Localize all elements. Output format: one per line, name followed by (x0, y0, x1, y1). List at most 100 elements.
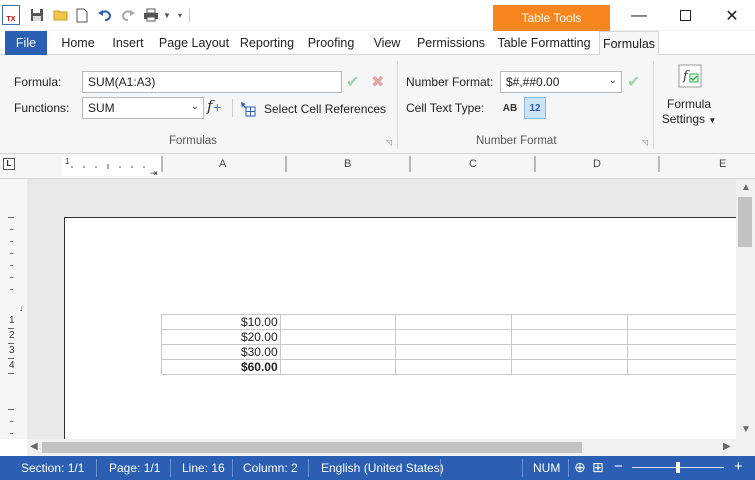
ruler-ticks (71, 164, 145, 169)
tab-permissions[interactable]: Permissions (412, 31, 490, 55)
tab-view[interactable]: View (367, 31, 407, 55)
tab-table-formatting[interactable]: Table Formatting (494, 31, 594, 55)
indent-marker-icon[interactable]: ⇥ (150, 168, 158, 179)
tab-file[interactable]: File (5, 31, 47, 55)
table-cell[interactable]: $10.00 (161, 314, 281, 330)
scroll-up-icon[interactable]: ▲ (741, 182, 751, 193)
table-cell[interactable] (511, 359, 629, 375)
spreadsheet-table[interactable]: $10.00 $20.00 $30.00 $60.00 (161, 314, 736, 375)
cancel-formula-icon[interactable]: ✖ (371, 72, 389, 92)
select-cell-references-button[interactable]: Select Cell References (238, 99, 387, 119)
table-cell[interactable] (395, 314, 513, 330)
row-number-3: 3 (9, 345, 15, 356)
functions-select[interactable]: SUM ⌄ (82, 97, 204, 119)
column-divider[interactable] (285, 156, 287, 172)
table-cell[interactable] (279, 359, 397, 375)
column-divider[interactable] (161, 156, 163, 172)
table-cell[interactable] (279, 314, 397, 330)
open-folder-icon[interactable] (52, 6, 70, 24)
vertical-scroll-thumb[interactable] (738, 197, 752, 247)
insert-function-icon[interactable]: f+ (207, 97, 227, 119)
column-divider[interactable] (534, 156, 536, 172)
vertical-ruler[interactable]: ↓ 1 2 3 4 (0, 179, 27, 439)
text-type-number-button[interactable]: 12 (524, 97, 546, 119)
column-divider[interactable] (409, 156, 411, 172)
tab-page-layout[interactable]: Page Layout (155, 31, 233, 55)
ruler-tick (8, 358, 14, 359)
table-cell[interactable] (279, 344, 397, 360)
maximize-button[interactable] (662, 0, 708, 31)
zoom-slider-thumb[interactable] (676, 462, 680, 473)
table-cell[interactable]: $30.00 (161, 344, 281, 360)
chevron-down-icon: ⌄ (190, 101, 199, 112)
text-type-text-button[interactable]: AB (499, 97, 521, 119)
tab-insert[interactable]: Insert (107, 31, 149, 55)
save-icon[interactable] (28, 6, 46, 24)
apply-formula-check-icon[interactable]: ✔ (346, 72, 364, 92)
status-language[interactable]: English (United States) (321, 461, 444, 475)
ruler-tick (10, 277, 13, 278)
functions-label: Functions: (14, 101, 70, 115)
print-icon[interactable] (142, 6, 160, 24)
tab-formulas[interactable]: Formulas (599, 31, 659, 56)
vertical-scrollbar[interactable]: ▲ ▼ (736, 179, 755, 439)
scroll-down-icon[interactable]: ▼ (741, 424, 751, 435)
document-page[interactable]: $10.00 $20.00 $30.00 $60.00 (64, 217, 736, 439)
horizontal-scroll-thumb[interactable] (42, 442, 582, 453)
horizontal-scrollbar[interactable]: ◀ ▶ (27, 439, 736, 456)
tab-stop-selector[interactable]: L (3, 158, 15, 170)
redo-icon[interactable] (119, 6, 137, 24)
table-cell[interactable]: $20.00 (161, 329, 281, 345)
formula-settings-label-1: Formula (666, 97, 711, 111)
table-cell[interactable] (627, 329, 736, 345)
tab-proofing[interactable]: Proofing (301, 31, 361, 55)
table-cell[interactable] (627, 314, 736, 330)
fit-page-icon[interactable]: ⊕ (574, 459, 586, 476)
column-header-b[interactable]: B (344, 158, 351, 170)
formula-settings-button[interactable]: f Formula Settings ▼ (659, 61, 719, 133)
column-header-d[interactable]: D (593, 158, 601, 170)
table-cell[interactable] (395, 329, 513, 345)
tab-reporting[interactable]: Reporting (236, 31, 298, 55)
undo-icon[interactable] (96, 6, 114, 24)
new-document-icon[interactable] (74, 6, 90, 24)
column-header-a[interactable]: A (219, 158, 226, 170)
cell-text-type-label: Cell Text Type: (406, 101, 485, 115)
horizontal-ruler[interactable]: 1 ⇥ (62, 156, 162, 179)
table-cell-total[interactable]: $60.00 (161, 359, 281, 375)
table-cell[interactable] (627, 359, 736, 375)
table-cell[interactable] (627, 344, 736, 360)
scroll-right-icon[interactable]: ▶ (723, 441, 731, 452)
row-number-1: 1 (9, 315, 15, 326)
table-cell[interactable] (511, 344, 629, 360)
table-cell[interactable] (395, 344, 513, 360)
number-format-select[interactable]: $#,##0.00 ⌄ (500, 71, 622, 93)
tab-home[interactable]: Home (54, 31, 102, 55)
customize-icon[interactable]: ▾ (175, 6, 185, 24)
zoom-out-button[interactable]: − (614, 458, 623, 475)
row-marker-icon[interactable]: ↓ (19, 303, 24, 313)
table-cell[interactable] (511, 329, 629, 345)
separator (568, 459, 569, 477)
table-tools-context-tab: Table Tools (493, 5, 610, 31)
table-cell[interactable] (395, 359, 513, 375)
dropdown-icon[interactable]: ▼ (162, 6, 172, 24)
column-divider[interactable] (658, 156, 660, 172)
select-cell-references-label: Select Cell References (264, 102, 387, 116)
close-button[interactable]: ✕ (709, 0, 755, 31)
apply-number-format-check-icon[interactable]: ✔ (627, 72, 645, 92)
zoom-in-button[interactable]: + (734, 458, 743, 475)
column-header-c[interactable]: C (469, 158, 477, 170)
number-format-group-launcher-icon[interactable]: ◹ (642, 139, 650, 147)
table-cell[interactable] (511, 314, 629, 330)
column-header-e[interactable]: E (719, 158, 726, 170)
formula-input[interactable]: SUM(A1:A3) (82, 71, 342, 93)
formulas-group-launcher-icon[interactable]: ◹ (386, 139, 394, 147)
scroll-left-icon[interactable]: ◀ (30, 441, 38, 452)
minimize-icon: — (631, 6, 647, 24)
document-area[interactable]: $10.00 $20.00 $30.00 $60.00 (27, 179, 736, 439)
minimize-button[interactable]: — (616, 0, 662, 31)
table-cell[interactable] (279, 329, 397, 345)
status-page: Page: 1/1 (109, 461, 161, 475)
fit-width-icon[interactable]: ⊞ (592, 459, 604, 476)
